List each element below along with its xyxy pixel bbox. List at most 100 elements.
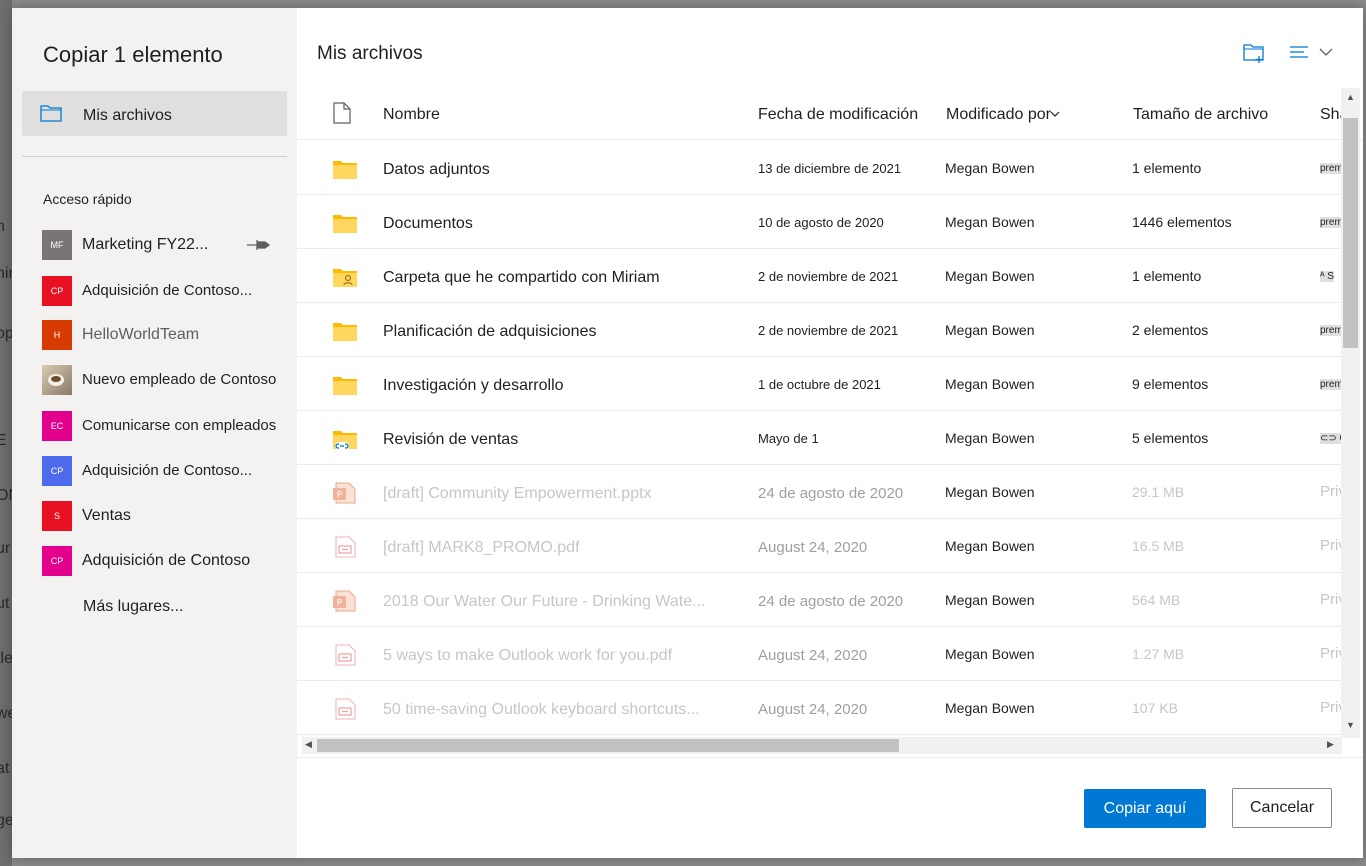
column-name[interactable]: Nombre xyxy=(383,106,440,124)
quick-access-label: Adquisición de Contoso... xyxy=(82,462,253,479)
item-modified-by: Megan Bowen xyxy=(945,322,1035,338)
item-name: [draft] MARK8_PROMO.pdf xyxy=(383,539,580,556)
background-text: E xyxy=(0,432,7,449)
site-avatar xyxy=(42,365,72,395)
quick-access-label: Comunicarse con empleados xyxy=(82,417,277,434)
item-name: Revisión de ventas xyxy=(383,431,519,448)
horizontal-scrollbar[interactable]: ◀ ▶ xyxy=(302,737,1342,754)
background-text: ur xyxy=(0,540,11,557)
folder-icon xyxy=(333,215,357,233)
item-size: 564 MB xyxy=(1132,592,1181,608)
shared-folder-icon xyxy=(333,269,357,287)
item-size: 5 elementos xyxy=(1132,430,1209,446)
site-avatar: MF xyxy=(42,230,72,260)
quick-access-item[interactable]: MF Marketing FY22... xyxy=(42,230,292,260)
file-row: [draft] MARK8_PROMO.pdf August 24, 2020 Me… xyxy=(297,519,1346,573)
folder-row[interactable]: Revisión de ventas Mayo de 1 Megan Bowen 5 … xyxy=(297,411,1347,465)
scroll-right-arrow[interactable]: ▶ xyxy=(1327,739,1334,750)
item-name: 5 ways to make Outlook work for you.pdf xyxy=(383,647,673,664)
item-name: 2018 Our Water Our Future - Drinking Wat… xyxy=(383,593,706,610)
quick-access-item[interactable]: EC Comunicarse con empleados xyxy=(42,411,292,441)
pane-title: Mis archivos xyxy=(317,43,423,64)
item-modified-date: 2 de noviembre de 2021 xyxy=(758,269,899,284)
sort-menu-icon[interactable] xyxy=(1288,42,1336,62)
quick-access-label: HelloWorldTeam xyxy=(82,326,200,343)
powerpoint-file-icon: P xyxy=(333,590,356,612)
background-text: op xyxy=(0,325,12,342)
item-size: 107 KB xyxy=(1132,700,1178,716)
item-sharing: ᴬ S xyxy=(1320,271,1334,282)
item-size: 29.1 MB xyxy=(1132,484,1185,500)
divider xyxy=(22,156,287,157)
quick-access-label: Nuevo empleado de Contoso xyxy=(82,371,277,388)
item-modified-date: 13 de diciembre de 2021 xyxy=(758,161,902,176)
item-name: Datos adjuntos xyxy=(383,161,490,178)
folder-row[interactable]: Datos adjuntos 13 de diciembre de 2021 Meg… xyxy=(297,141,1351,195)
quick-access-item[interactable]: Nuevo empleado de Contoso xyxy=(42,365,292,395)
item-modified-by: Megan Bowen xyxy=(945,538,1035,554)
file-row: 50 time-saving Outlook keyboard shortcut… xyxy=(297,681,1346,735)
copy-here-button[interactable]: Copiar aquí xyxy=(1084,789,1206,828)
item-modified-by: Megan Bowen xyxy=(945,160,1035,176)
column-size[interactable]: Tamaño de archivo xyxy=(1133,106,1268,124)
pdf-file-icon xyxy=(335,698,356,720)
horizontal-scroll-thumb[interactable] xyxy=(317,739,899,752)
file-list: Nombre Fecha de modificación Modificado … xyxy=(297,88,1363,738)
scroll-left-arrow[interactable]: ◀ xyxy=(305,739,312,750)
file-row: P [draft] Community Empowerment.pptx 24 de… xyxy=(297,465,1346,519)
background-text: tle xyxy=(0,650,12,667)
item-name: Documentos xyxy=(383,215,473,232)
item-modified-date: 2 de noviembre de 2021 xyxy=(758,323,899,338)
site-avatar: CP xyxy=(42,546,72,576)
quick-access-label: Adquisición de Contoso xyxy=(82,552,251,569)
item-modified-date: 1 de octubre de 2021 xyxy=(758,377,881,392)
column-modified[interactable]: Fecha de modificación xyxy=(758,106,918,124)
nav-my-files-label: Mis archivos xyxy=(83,107,172,124)
background-text: we xyxy=(0,705,12,722)
item-modified-by: Megan Bowen xyxy=(945,430,1035,446)
vertical-scroll-thumb[interactable] xyxy=(1343,118,1358,348)
item-size: 16.5 MB xyxy=(1132,538,1185,554)
item-size: 1 elemento xyxy=(1132,268,1202,284)
scroll-up-arrow[interactable]: ▲ xyxy=(1346,92,1355,102)
item-modified-date: Mayo de 1 xyxy=(758,431,819,446)
quick-access-item[interactable]: CP Adquisición de Contoso... xyxy=(42,456,292,486)
file-list-header: Nombre Fecha de modificación Modificado … xyxy=(297,88,1363,140)
item-modified-by: Megan Bowen xyxy=(945,376,1035,392)
quick-access-title: Acceso rápido xyxy=(43,191,132,207)
folder-icon xyxy=(333,323,357,341)
quick-access-item[interactable]: CP Adquisición de Contoso... xyxy=(42,276,292,306)
quick-access-item[interactable]: S Ventas xyxy=(42,501,292,531)
pin-icon[interactable] xyxy=(247,238,271,252)
quick-access-label: Marketing FY22... xyxy=(82,236,209,253)
site-avatar: CP xyxy=(42,276,72,306)
new-folder-icon[interactable] xyxy=(1242,42,1266,64)
folder-row[interactable]: Carpeta que he compartido con Miriam 2 de… xyxy=(297,249,1343,303)
item-modified-by: Megan Bowen xyxy=(945,700,1035,716)
item-modified-date: August 24, 2020 xyxy=(758,539,868,556)
item-size: 1446 elementos xyxy=(1132,214,1232,230)
quick-access-item[interactable]: H HelloWorldTeam xyxy=(42,320,292,350)
pdf-file-icon xyxy=(335,644,356,666)
file-type-icon xyxy=(333,102,351,124)
vertical-scrollbar[interactable]: ▲ ▼ xyxy=(1341,88,1360,738)
quick-access-label: Ventas xyxy=(82,507,131,524)
svg-text:P: P xyxy=(337,599,343,609)
folder-row[interactable]: Planificación de adquisiciones 2 de novie… xyxy=(297,303,1351,357)
background-text: h xyxy=(0,218,5,235)
cancel-button[interactable]: Cancelar xyxy=(1232,788,1332,828)
folder-row[interactable]: Documentos 10 de agosto de 2020 Megan Bowe… xyxy=(297,195,1351,249)
scroll-down-arrow[interactable]: ▼ xyxy=(1346,720,1355,730)
nav-my-files[interactable]: Mis archivos xyxy=(22,91,287,136)
column-modified-by[interactable]: Modificado por xyxy=(946,106,1051,124)
folder-icon xyxy=(333,161,357,179)
item-name: [draft] Community Empowerment.pptx xyxy=(383,485,652,502)
item-modified-date: 24 de agosto de 2020 xyxy=(758,485,904,502)
item-modified-by: Megan Bowen xyxy=(945,646,1035,662)
folder-row[interactable]: Investigación y desarrollo 1 de octubre d… xyxy=(297,357,1351,411)
file-row: P 2018 Our Water Our Future - Drinking Wa… xyxy=(297,573,1346,627)
pdf-file-icon xyxy=(335,536,356,558)
more-places-link[interactable]: Más lugares... xyxy=(83,598,183,616)
dialog-title: Copiar 1 elemento xyxy=(43,42,223,67)
quick-access-item[interactable]: CP Adquisición de Contoso xyxy=(42,546,292,576)
